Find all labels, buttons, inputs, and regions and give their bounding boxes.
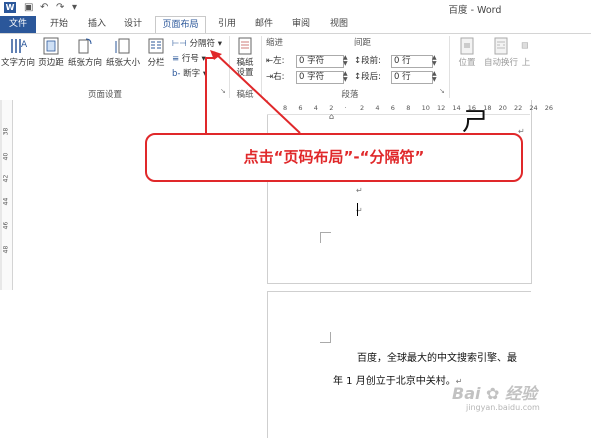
annotation-arrow-overlay xyxy=(205,50,301,134)
arrow-line-right xyxy=(213,51,301,134)
paw-icon: ✿ xyxy=(486,384,500,403)
callout-text: 点击“页码布局”-“分隔符” xyxy=(243,148,425,166)
arrow-line-left xyxy=(205,57,214,133)
watermark-logo: Bai ✿ 经验 xyxy=(452,384,538,403)
watermark-url: jingyan.baidu.com xyxy=(466,403,540,412)
